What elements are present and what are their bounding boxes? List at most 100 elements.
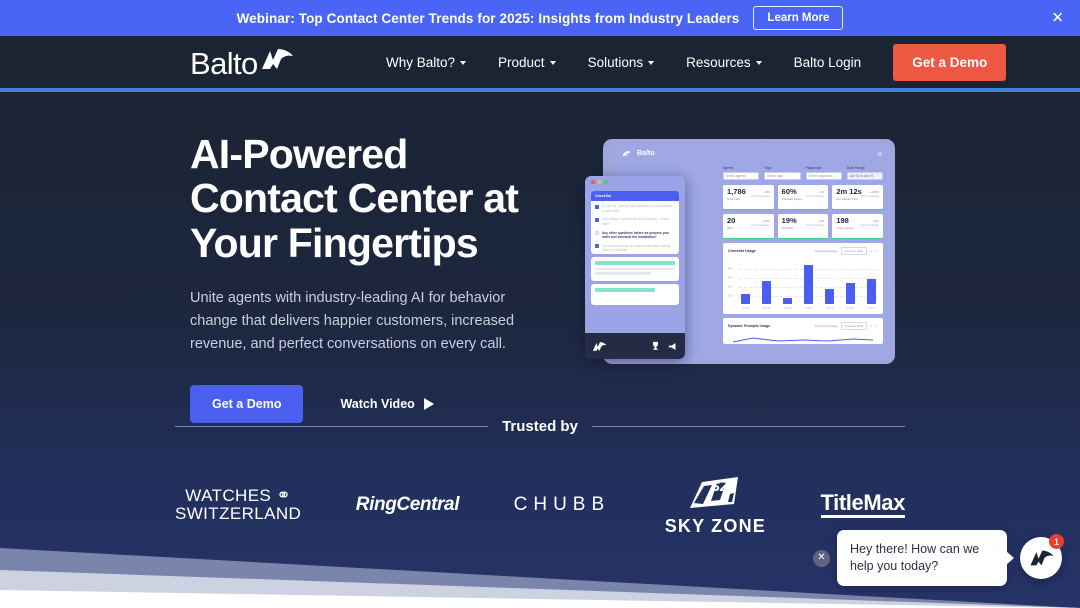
nav-item-resources[interactable]: Resources bbox=[670, 55, 778, 70]
chart-bar bbox=[741, 293, 750, 304]
download-icon[interactable]: ⇩ bbox=[870, 249, 872, 253]
checklist-item-text: Any other questions before we process yo… bbox=[602, 230, 670, 240]
chat-widget-launcher[interactable]: 1 bbox=[1020, 534, 1064, 580]
minimize-dot-icon[interactable] bbox=[597, 180, 601, 184]
stat-delta: +4% From Yesterday bbox=[860, 218, 880, 227]
play-icon bbox=[423, 397, 434, 410]
checklist-item[interactable]: Interesting, it sounds like you're sayin… bbox=[591, 214, 679, 227]
chat-unread-badge: 1 bbox=[1049, 534, 1064, 550]
chevron-down-icon bbox=[755, 61, 762, 65]
trophy-icon[interactable] bbox=[651, 341, 660, 351]
maximize-dot-icon[interactable] bbox=[604, 180, 608, 184]
stat-card: 198 Active Agents +4% From Yesterday bbox=[832, 213, 884, 239]
placeholder-highlight bbox=[595, 261, 675, 266]
mockup-filter-agents: Agents Select agents bbox=[723, 166, 760, 180]
stat-label: Wins bbox=[727, 226, 734, 230]
chart-x-tick: Jun 02 bbox=[762, 306, 771, 310]
nav-get-a-demo-button[interactable]: Get a Demo bbox=[893, 43, 1007, 81]
balto-bird-icon bbox=[260, 47, 294, 76]
banner-learn-more-button[interactable]: Learn More bbox=[753, 6, 844, 30]
nav-item-label: Resources bbox=[686, 54, 751, 70]
logo-text: Balto bbox=[190, 46, 258, 81]
group-by-select[interactable]: Group by Date bbox=[840, 246, 867, 255]
stat-delta: +106% From Yesterday bbox=[860, 189, 880, 198]
chart-bars bbox=[741, 260, 876, 304]
chart-bar bbox=[846, 282, 855, 304]
checkbox-checked-icon bbox=[595, 204, 599, 209]
mockup-agent-window: Checklist So tell me, what got you inter… bbox=[585, 176, 685, 359]
chart-x-tick: Jun 06 bbox=[846, 306, 855, 310]
chart-y-tick: 40K bbox=[728, 267, 733, 271]
megaphone-icon[interactable] bbox=[668, 342, 678, 351]
checklist-item-text: Interesting, it sounds like you're sayin… bbox=[602, 217, 669, 226]
nav-item-why-balto[interactable]: Why Balto? bbox=[370, 55, 482, 70]
divider-left bbox=[175, 426, 489, 427]
expand-icon[interactable]: ☐ bbox=[875, 249, 878, 253]
checklist-item[interactable]: Any other questions before we process yo… bbox=[591, 228, 679, 241]
stat-card: 20 Wins +10% From Yesterday bbox=[723, 213, 774, 239]
stat-label: Total Calls bbox=[727, 197, 740, 201]
chart-title: Checklist Usage bbox=[728, 248, 756, 253]
hero-copy: AI-Powered Contact Center at Your Finger… bbox=[190, 132, 550, 423]
dynamic-prompts-panel: Dynamic Prompts Usage Show Percentage Gr… bbox=[723, 317, 883, 344]
hero-actions: Get a Demo Watch Video bbox=[190, 384, 550, 423]
hero-watch-video-button[interactable]: Watch Video bbox=[340, 397, 434, 411]
nav-item-balto-login[interactable]: Balto Login bbox=[778, 55, 878, 70]
stat-delta: +3% From Yesterday bbox=[751, 189, 770, 198]
chevron-down-icon bbox=[460, 61, 467, 65]
nav-item-label: Why Balto? bbox=[386, 54, 456, 70]
chart-panel-header: Checklist Usage Show Percentage Group by… bbox=[728, 246, 878, 255]
hero-section: AI-Powered Contact Center at Your Finger… bbox=[0, 92, 1080, 608]
close-icon[interactable]: ✕ bbox=[813, 549, 830, 567]
stat-delta: +2% From Yesterday bbox=[806, 218, 825, 227]
balto-bird-icon bbox=[1029, 550, 1053, 566]
filter-select[interactable]: Select agents bbox=[723, 171, 760, 180]
stat-card: 2m 12s Avg Handle Time +106% From Yester… bbox=[832, 184, 884, 210]
group-by-select[interactable]: Group by Date bbox=[840, 321, 867, 330]
nav-item-label: Product bbox=[498, 54, 545, 70]
chart-controls: Show Percentage Group by Date ⇩ ☐ bbox=[815, 246, 878, 255]
download-icon[interactable]: ⇩ bbox=[870, 324, 872, 328]
filter-select[interactable]: Jun 01 to Jun 07 bbox=[846, 171, 883, 180]
mockup-filter-tags: Tags Select tags bbox=[764, 166, 801, 180]
mockup-filters: Agents Select agents Tags Select tags Pl… bbox=[723, 166, 883, 180]
chart-y-tick: 30K bbox=[728, 276, 733, 280]
stat-delta: +10% From Yesterday bbox=[751, 218, 770, 227]
expand-icon[interactable]: ☐ bbox=[875, 324, 878, 328]
stat-label: Active Agents bbox=[836, 226, 854, 230]
page-title: AI-Powered Contact Center at Your Finger… bbox=[190, 131, 519, 266]
line-chart bbox=[728, 333, 878, 344]
chart-bar bbox=[762, 281, 771, 304]
hero-get-a-demo-button[interactable]: Get a Demo bbox=[190, 384, 304, 423]
chevron-down-icon bbox=[648, 61, 655, 65]
stat-delta: +7% From Yesterday bbox=[806, 189, 825, 198]
trusted-by-heading: Trusted by bbox=[175, 418, 906, 435]
nav-item-solutions[interactable]: Solutions bbox=[572, 55, 671, 70]
balto-logo[interactable]: Balto bbox=[190, 47, 294, 79]
show-percentage-toggle[interactable]: Show Percentage bbox=[815, 249, 838, 253]
show-percentage-toggle[interactable]: Show Percentage bbox=[815, 324, 838, 328]
chevron-down-icon bbox=[549, 61, 556, 65]
nav-item-product[interactable]: Product bbox=[482, 55, 572, 70]
filter-select[interactable]: Select tags bbox=[764, 171, 801, 180]
filter-label: Agents bbox=[723, 166, 734, 170]
mockup-window-title: Balto bbox=[637, 150, 655, 157]
placeholder-line bbox=[595, 268, 675, 271]
chart-bar bbox=[804, 265, 813, 304]
close-dot-icon[interactable] bbox=[591, 180, 595, 184]
checklist-item[interactable]: So tell me, what got you interested in o… bbox=[591, 201, 679, 214]
logo-line-1: WATCHES bbox=[185, 486, 272, 506]
stat-card: 60% Checklist Usage +7% From Yesterday bbox=[777, 184, 829, 210]
chat-widget-message: Hey there! How can we help you today? bbox=[837, 530, 1007, 586]
checklist-item-text: So tell me, what got you interested in o… bbox=[602, 204, 672, 213]
checklist-item[interactable]: You should receive an email confirmation… bbox=[591, 241, 679, 254]
filter-select[interactable]: Select playbooks bbox=[805, 171, 842, 180]
stat-card: 1,786 Total Calls +3% From Yesterday bbox=[723, 184, 774, 210]
chart-bar bbox=[825, 288, 834, 304]
filter-label: Playbooks bbox=[805, 166, 822, 170]
chart-y-tick: 20K bbox=[728, 285, 733, 289]
checklist-card-title: Checklist bbox=[591, 191, 679, 201]
chat-widget: ✕ Hey there! How can we help you today? … bbox=[813, 530, 1064, 586]
titlemax-label: TitleMax bbox=[820, 492, 905, 518]
close-icon[interactable]: ✕ bbox=[1051, 11, 1064, 26]
